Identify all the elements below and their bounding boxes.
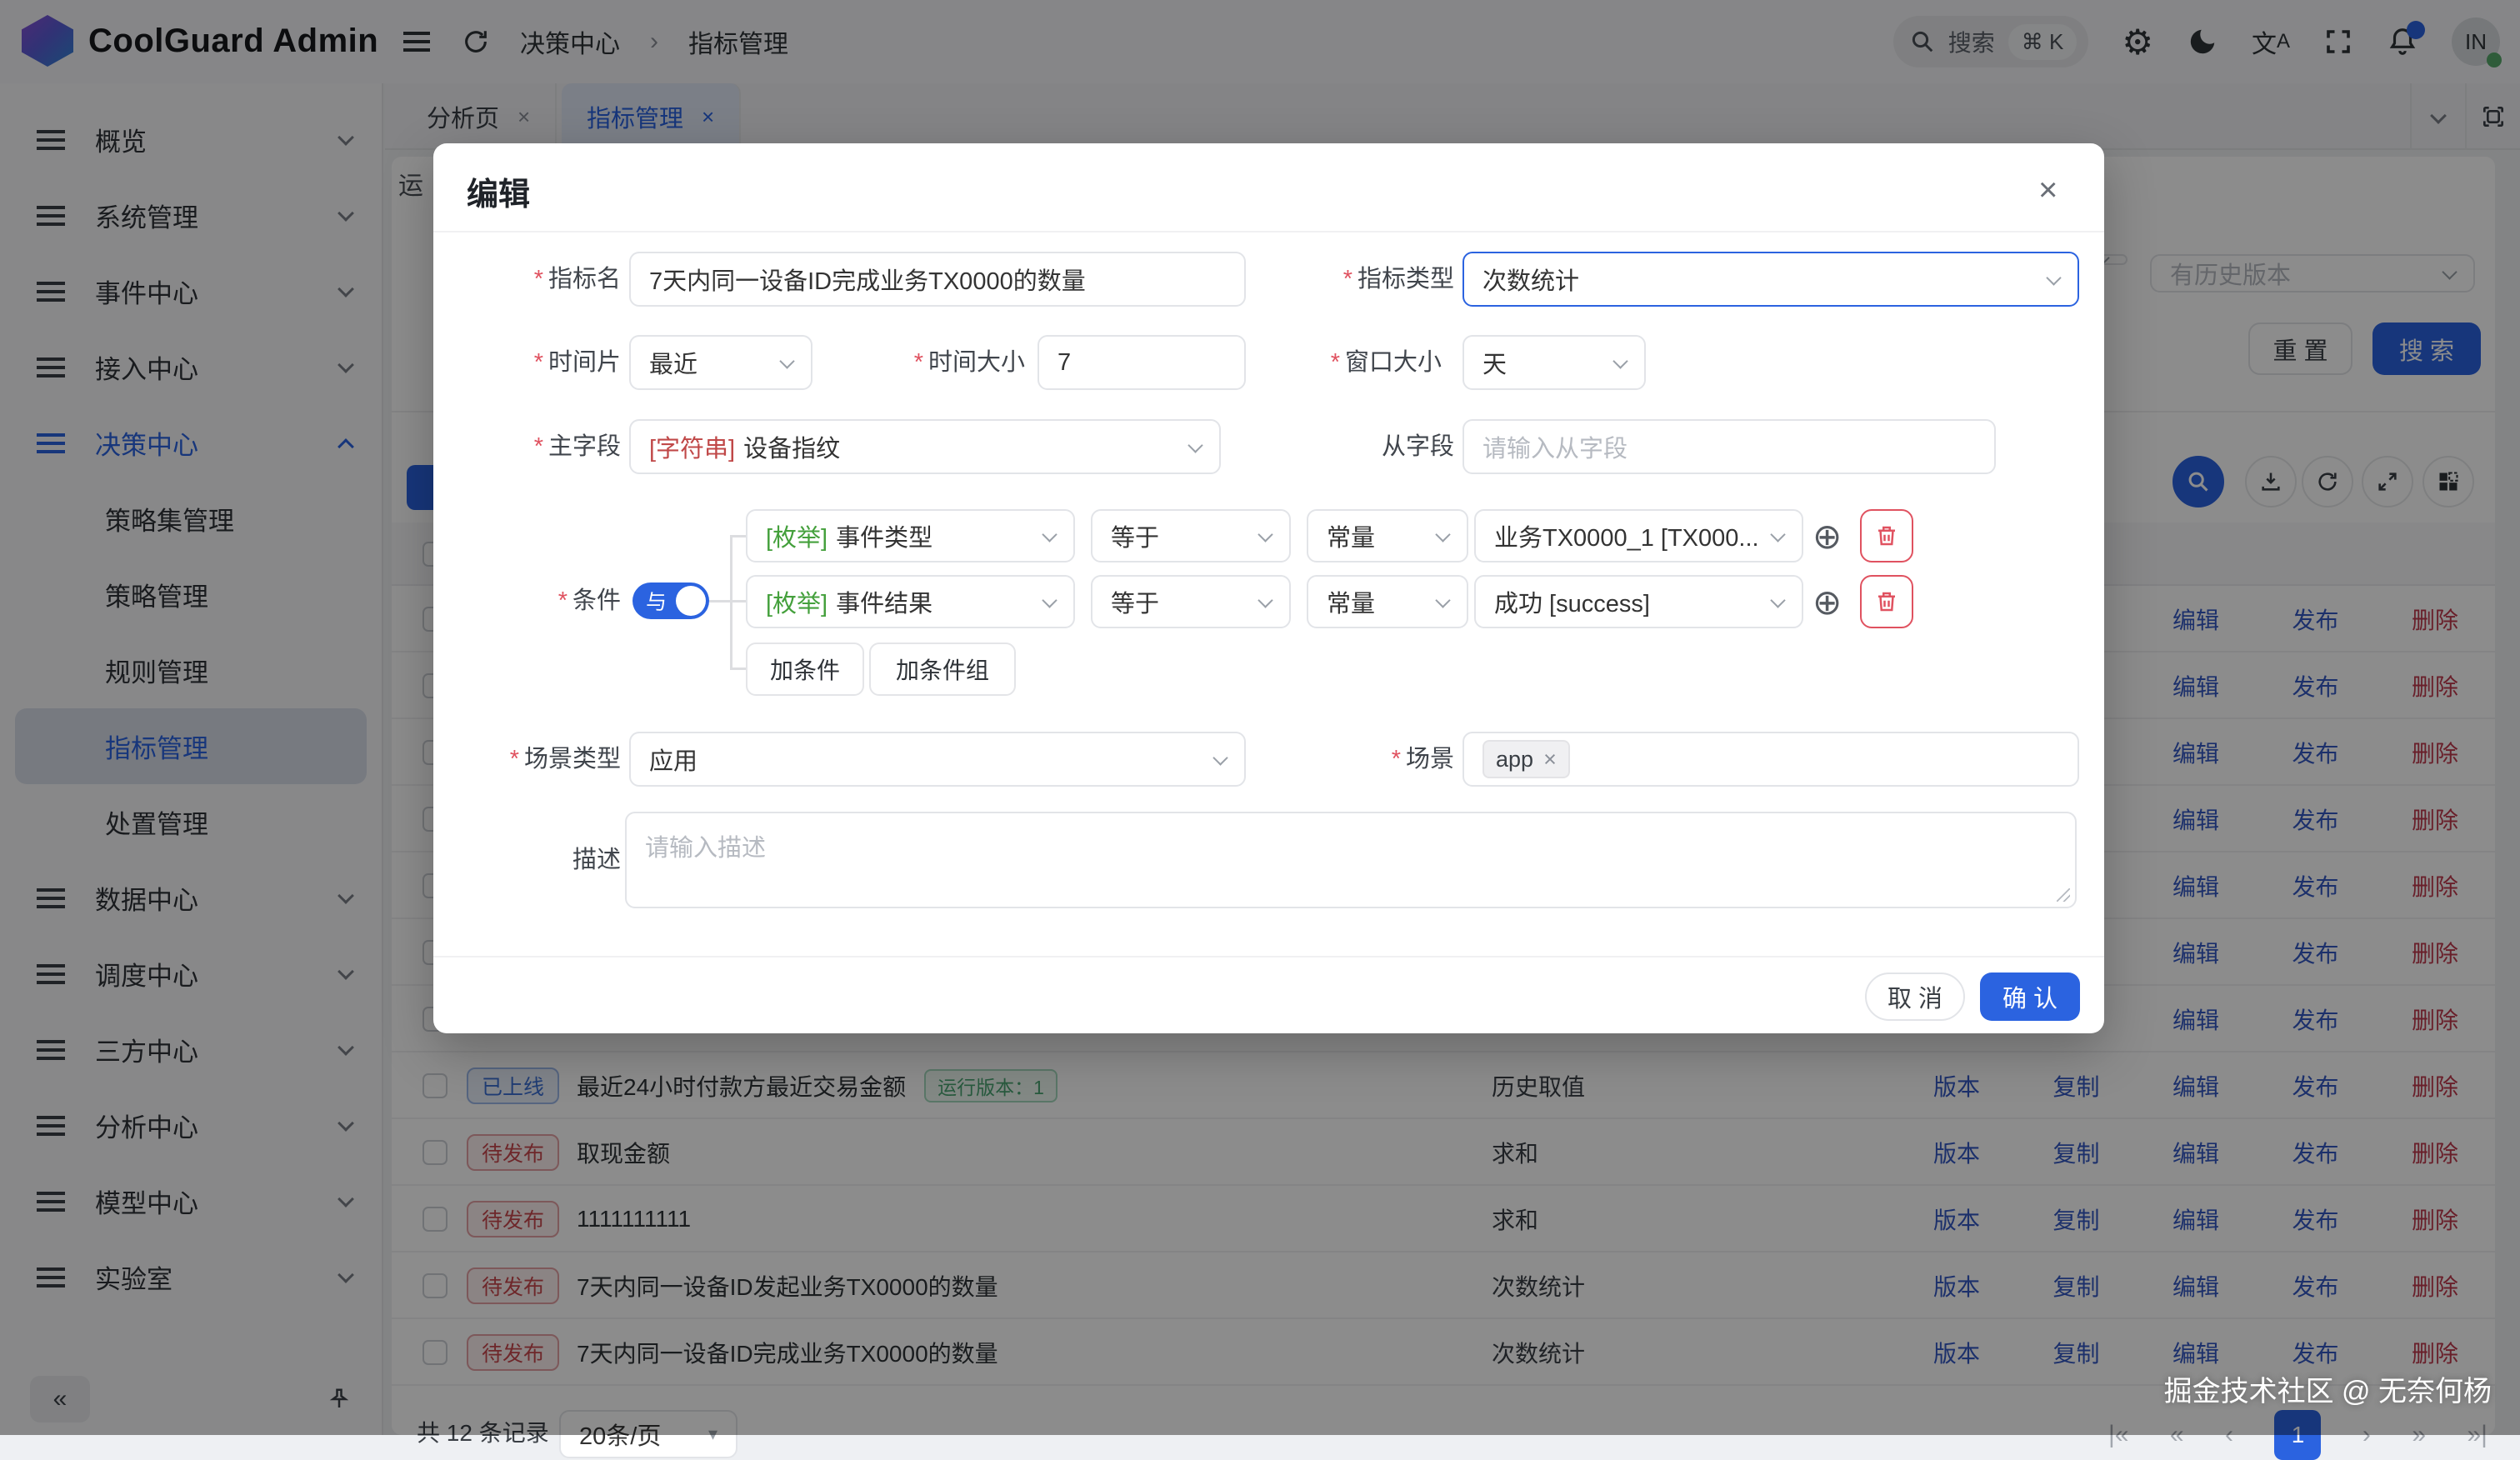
condition-bracket-line — [730, 536, 732, 669]
field-type-tag: [字符串] — [649, 429, 735, 464]
select-value: 业务TX0000_1 [TX000... — [1494, 518, 1772, 553]
chevron-down-icon — [1258, 527, 1272, 542]
watermark: 掘金技术社区 @ 无奈何杨 — [2164, 1368, 2492, 1409]
select-value: 事件结果 — [836, 584, 1044, 619]
select-value: 常量 — [1327, 518, 1438, 553]
divider — [433, 956, 2104, 958]
description-label: 描述 — [454, 832, 621, 888]
scene-type-label: 场景类型 — [454, 732, 621, 787]
edit-dialog: 编辑 × 指标名 7天内同一设备ID完成业务TX0000的数量 指标类型 次数统… — [433, 143, 2104, 1033]
from-field-input[interactable]: 请输入从字段 — [1462, 419, 1996, 474]
chevron-down-icon — [1258, 592, 1272, 608]
enum-tag: [枚举] — [766, 584, 828, 619]
time-slice-value: 最近 — [649, 345, 698, 380]
condition-operator-select[interactable]: 等于 — [1091, 509, 1291, 562]
indicator-name-input[interactable]: 7天内同一设备ID完成业务TX0000的数量 — [629, 252, 1246, 307]
condition-bracket-line — [709, 600, 747, 602]
description-placeholder: 请输入描述 — [645, 835, 766, 862]
condition-value-select[interactable]: 业务TX0000_1 [TX000... — [1474, 509, 1803, 562]
select-value: 等于 — [1111, 584, 1260, 619]
indicator-name-value: 7天内同一设备ID完成业务TX0000的数量 — [649, 262, 1086, 297]
time-slice-label: 时间片 — [454, 335, 621, 390]
condition-bracket-line — [730, 668, 747, 670]
time-size-input[interactable]: 7 — [1038, 335, 1246, 390]
chevron-down-icon — [1770, 527, 1785, 542]
condition-bracket-line — [730, 535, 747, 538]
condition-field-select[interactable]: [枚举]事件结果 — [746, 575, 1075, 628]
tag-remove-icon[interactable]: × — [1543, 747, 1557, 772]
condition-label: 条件 — [433, 573, 621, 628]
scene-tag-label: app — [1496, 747, 1533, 772]
delete-condition-button[interactable] — [1860, 575, 1913, 628]
condition-value-select[interactable]: 成功 [success] — [1474, 575, 1803, 628]
toggle-label: 与 — [646, 586, 667, 616]
indicator-name-label: 指标名 — [454, 252, 621, 307]
select-value: 等于 — [1111, 518, 1260, 553]
main-field-label: 主字段 — [454, 419, 621, 474]
chevron-down-icon — [1770, 592, 1785, 608]
condition-value-kind-select[interactable]: 常量 — [1307, 575, 1468, 628]
indicator-type-select[interactable]: 次数统计 — [1462, 252, 2079, 307]
chevron-down-icon — [1435, 527, 1450, 542]
time-size-value: 7 — [1058, 349, 1071, 377]
delete-condition-button[interactable] — [1860, 509, 1913, 562]
cancel-button[interactable]: 取 消 — [1865, 972, 1965, 1021]
chevron-down-icon — [1042, 527, 1057, 542]
condition-value-kind-select[interactable]: 常量 — [1307, 509, 1468, 562]
scene-type-value: 应用 — [649, 742, 698, 777]
condition-field-select[interactable]: [枚举]事件类型 — [746, 509, 1075, 562]
chevron-down-icon — [1435, 592, 1450, 608]
indicator-type-label: 指标类型 — [1288, 252, 1454, 307]
from-field-placeholder: 请输入从字段 — [1482, 429, 1628, 464]
main-field-value: 设备指纹 — [743, 429, 840, 464]
description-textarea[interactable]: 请输入描述 — [625, 812, 2077, 908]
window-size-label: 窗口大小 — [1250, 335, 1442, 390]
add-condition-inline-icon[interactable]: ⊕ — [1812, 575, 1842, 628]
confirm-button[interactable]: 确 认 — [1980, 972, 2080, 1021]
scene-multiselect[interactable]: app × — [1462, 732, 2079, 787]
select-value: 成功 [success] — [1494, 584, 1772, 619]
divider — [433, 231, 2104, 232]
condition-logic-toggle[interactable]: 与 — [632, 582, 709, 619]
condition-operator-select[interactable]: 等于 — [1091, 575, 1291, 628]
add-condition-group-button[interactable]: 加条件组 — [869, 642, 1016, 696]
indicator-type-value: 次数统计 — [1482, 262, 1579, 297]
dialog-title: 编辑 — [467, 168, 530, 214]
from-field-label: 从字段 — [1288, 419, 1454, 474]
add-condition-button[interactable]: 加条件 — [746, 642, 864, 696]
resize-handle-icon[interactable] — [2057, 888, 2070, 902]
window-size-value: 天 — [1482, 345, 1507, 380]
scene-tag: app × — [1482, 740, 1570, 778]
time-slice-select[interactable]: 最近 — [629, 335, 812, 390]
enum-tag: [枚举] — [766, 518, 828, 553]
chevron-down-icon — [1042, 592, 1057, 608]
scene-type-select[interactable]: 应用 — [629, 732, 1246, 787]
scene-label: 场景 — [1288, 732, 1454, 787]
toggle-knob — [676, 586, 706, 616]
select-value: 常量 — [1327, 584, 1438, 619]
close-icon[interactable]: × — [2038, 172, 2058, 209]
window-size-select[interactable]: 天 — [1462, 335, 1646, 390]
main-field-select[interactable]: [字符串] 设备指纹 — [629, 419, 1221, 474]
add-condition-inline-icon[interactable]: ⊕ — [1812, 509, 1842, 562]
select-value: 事件类型 — [836, 518, 1044, 553]
time-size-label: 时间大小 — [833, 335, 1025, 390]
